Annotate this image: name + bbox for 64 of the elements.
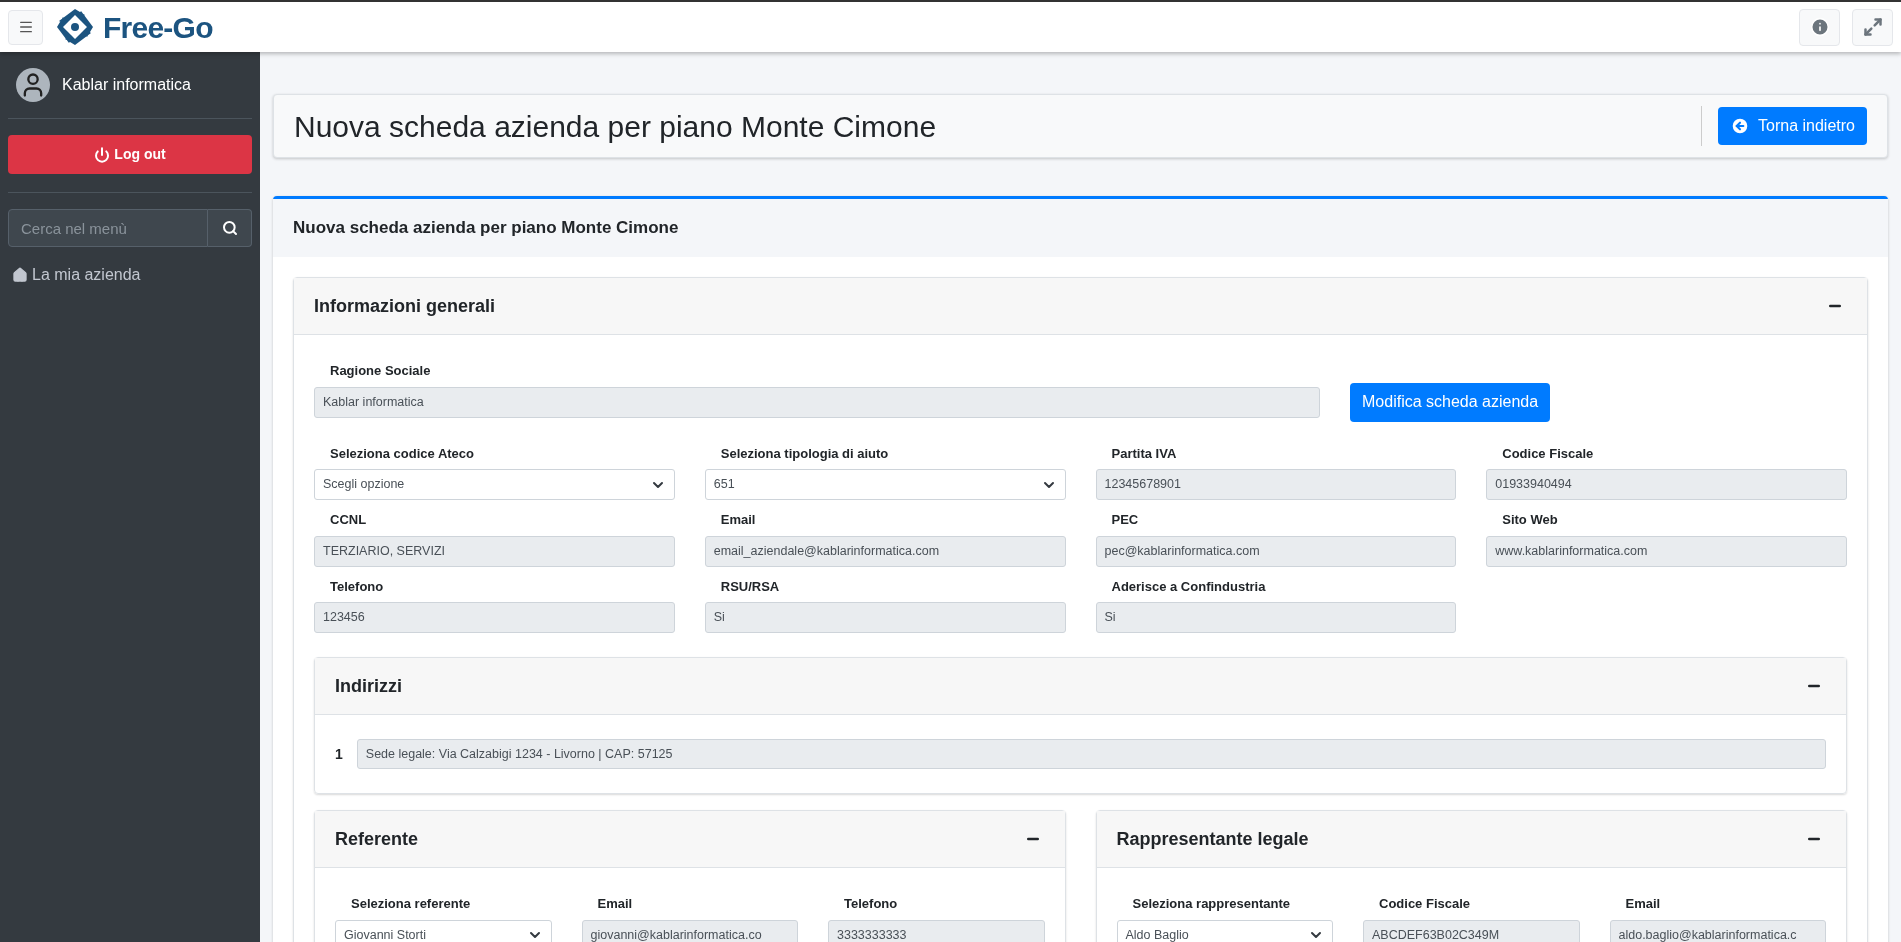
field-label: Ragione Sociale (329, 362, 432, 380)
field-label: Email (1624, 895, 1662, 913)
field-label: Seleziona referente (350, 895, 472, 913)
menu-button[interactable] (8, 9, 43, 45)
user-name: Kablar informatica (62, 75, 191, 95)
field-label: RSU/RSA (719, 577, 781, 596)
search-button[interactable] (208, 209, 252, 247)
select-field[interactable]: Scegli opzione (314, 469, 675, 500)
info-button[interactable] (1799, 8, 1840, 46)
field-label: PEC (1110, 511, 1140, 529)
field-label: Partita IVA (1110, 444, 1178, 463)
select-field[interactable]: Aldo Baglio (1116, 919, 1333, 942)
back-button[interactable]: Torna indietro (1718, 107, 1867, 145)
field-label: Email (719, 511, 757, 529)
menu-icon (17, 19, 34, 35)
logout-button[interactable]: Log out (8, 135, 252, 174)
section-title: Informazioni generali (314, 294, 496, 318)
field-label: Codice Fiscale (1501, 444, 1595, 463)
input-field[interactable]: ABCDEF63B02C349M (1363, 919, 1580, 942)
page-title: Nuova scheda azienda per piano Monte Cimone (294, 108, 937, 145)
search-field[interactable]: Cerca nel menù (8, 209, 208, 247)
section-title: Indirizzi (335, 674, 402, 698)
input-field[interactable]: Si (1095, 602, 1457, 633)
edit-button[interactable]: Modifica scheda azienda (1350, 382, 1551, 422)
field-label: Aderisce a Confindustria (1110, 577, 1267, 596)
search-icon (221, 220, 238, 236)
input-field[interactable]: 12345678901 (1095, 469, 1457, 500)
power-icon (94, 146, 111, 163)
field-label: Codice Fiscale (1378, 895, 1472, 913)
select-field[interactable]: Giovanni Storti (335, 919, 552, 942)
input-field[interactable]: 01933940494 (1486, 469, 1847, 500)
logo-icon (55, 7, 95, 47)
input-field[interactable]: giovanni@kablarinformatica.co (581, 919, 798, 942)
field-label: Telefono (843, 895, 899, 913)
input-field[interactable]: Si (704, 602, 1066, 633)
input-field[interactable]: email_aziendale@kablarinformatica.com (704, 535, 1066, 567)
input-field[interactable]: 3333333333 (828, 919, 1045, 942)
field-label: CCNL (329, 511, 368, 529)
input-field[interactable]: www.kablarinformatica.com (1486, 535, 1847, 567)
input-field[interactable]: Kablar informatica (314, 386, 1320, 418)
address-number: 1 (335, 744, 343, 764)
info-icon (1809, 17, 1830, 37)
input-field[interactable]: 123456 (314, 602, 675, 633)
expand-icon (1862, 17, 1883, 37)
section-title: Referente (335, 827, 419, 851)
field-label: Sito Web (1501, 511, 1559, 529)
input-field[interactable]: Sede legale: Via Calzabigi 1234 - Livorno | CAP: 57125 (356, 739, 1826, 769)
arrow-left-icon (1730, 116, 1751, 136)
field-label: Email (596, 895, 634, 913)
sidebar-item[interactable]: La mia azienda (8, 263, 252, 287)
field-label: Seleziona tipologia di aiuto (719, 444, 890, 463)
input-field[interactable]: pec@kablarinformatica.com (1095, 535, 1457, 567)
field-label: Seleziona codice Ateco (329, 444, 475, 463)
field-label: Seleziona rappresentante (1131, 895, 1291, 913)
section-title: Rappresentante legale (1116, 827, 1309, 851)
field-label: Telefono (329, 577, 385, 596)
fullscreen-button[interactable] (1852, 8, 1893, 46)
logo-text: Free-Go (103, 9, 213, 46)
input-field[interactable]: aldo.baglio@kablarinformatica.c (1609, 919, 1826, 942)
select-field[interactable]: 651 (704, 469, 1066, 500)
card-title: Nuova scheda azienda per piano Monte Cimone (293, 217, 679, 240)
input-field[interactable]: TERZIARIO, SERVIZI (314, 535, 675, 567)
avatar-icon (16, 68, 50, 102)
home-icon (12, 267, 28, 283)
